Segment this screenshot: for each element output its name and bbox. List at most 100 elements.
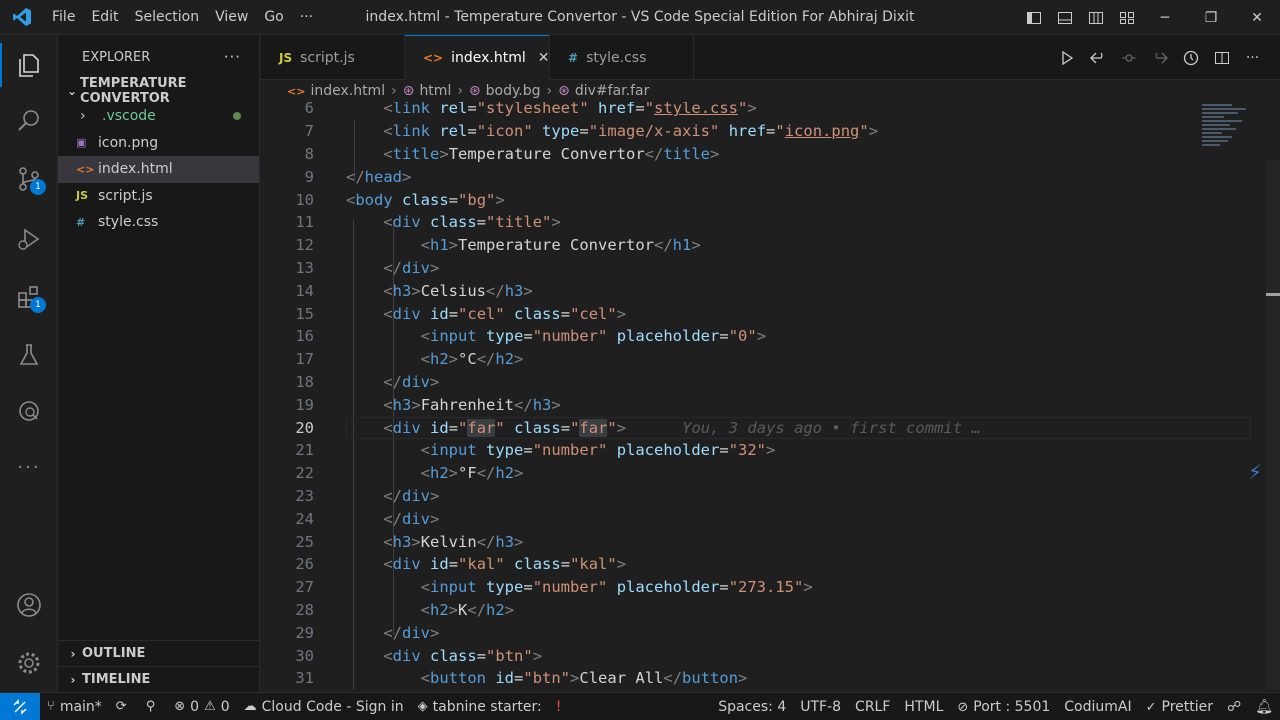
breadcrumb-item[interactable]: div#far.far bbox=[575, 83, 649, 99]
breadcrumb-item[interactable]: index.html bbox=[310, 83, 385, 99]
css-file-icon: # bbox=[568, 50, 579, 65]
extensions-icon[interactable]: 1 bbox=[0, 271, 58, 323]
source-control-badge: 1 bbox=[30, 179, 46, 195]
folder-temperature-convertor[interactable]: ⌄ TEMPERATURE CONVERTOR bbox=[58, 76, 259, 106]
branch-indicator[interactable]: ⑂ main* bbox=[40, 693, 109, 720]
git-graph-button[interactable]: ⚲ bbox=[139, 693, 168, 720]
chevron-right-icon: › bbox=[391, 83, 397, 99]
file-label: .vscode bbox=[102, 108, 156, 125]
prettier-button[interactable]: ✓ Prettier bbox=[1139, 693, 1220, 720]
next-change-icon[interactable] bbox=[1144, 50, 1175, 66]
code-line: 31 <button id="btn">Clear All</button> bbox=[295, 669, 748, 688]
file-label: index.html bbox=[98, 161, 173, 178]
code-line: 12 <h1>Temperature Convertor</h1> bbox=[295, 236, 701, 255]
code-line: 22 <h2>°F</h2> bbox=[295, 464, 524, 483]
tabnine-icon: ◈ bbox=[417, 699, 428, 714]
code-line: 14 <h3>Celsius</h3> bbox=[295, 281, 533, 300]
language-mode-indicator[interactable]: HTML bbox=[897, 693, 950, 720]
timeline-section[interactable]: › TIMELINE bbox=[58, 666, 260, 692]
restore-icon[interactable]: ❐ bbox=[1188, 0, 1234, 35]
tabnine-alert-icon[interactable]: ! bbox=[549, 693, 569, 720]
vertical-scrollbar[interactable] bbox=[1266, 160, 1280, 690]
testing-icon[interactable] bbox=[0, 329, 58, 381]
minimize-icon[interactable]: ─ bbox=[1142, 0, 1188, 35]
file-item-index-html[interactable]: <> index.html bbox=[58, 156, 259, 183]
git-branch-icon: ⑂ bbox=[47, 699, 55, 714]
more-actions-icon[interactable]: ··· bbox=[1237, 50, 1268, 66]
close-tab-icon[interactable]: ✕ bbox=[538, 50, 550, 66]
copilot-icon[interactable]: ⚡ bbox=[1248, 460, 1262, 484]
settings-gear-icon[interactable] bbox=[0, 637, 58, 689]
customize-layout-icon[interactable] bbox=[1111, 0, 1142, 35]
menu-file[interactable]: File bbox=[44, 0, 83, 35]
accounts-icon[interactable] bbox=[0, 579, 58, 631]
remote-window-icon[interactable] bbox=[0, 692, 40, 720]
notifications-bell-icon[interactable]: 🔔︎ bbox=[1248, 693, 1280, 720]
cloud-icon: ☁ bbox=[243, 699, 257, 714]
code-line: 25 <h3>Kelvin</h3> bbox=[295, 532, 524, 551]
explorer-icon[interactable] bbox=[0, 39, 58, 91]
code-line: 7 <link rel="icon" type="image/x-axis" h… bbox=[304, 122, 879, 141]
sync-icon: ⟳ bbox=[115, 699, 127, 714]
code-line: 28 <h2>K</h2> bbox=[295, 601, 515, 619]
tab-style-css[interactable]: # style.css bbox=[550, 35, 694, 80]
file-item-vscode[interactable]: › .vscode bbox=[58, 103, 259, 130]
minimap[interactable] bbox=[1202, 104, 1252, 154]
menu-bar: File Edit Selection View Go ··· bbox=[44, 0, 321, 35]
file-item-icon-png[interactable]: ▣ icon.png bbox=[58, 130, 259, 157]
previous-change-icon[interactable] bbox=[1113, 50, 1144, 66]
no-entry-icon: ⊘ bbox=[957, 699, 969, 715]
symbol-icon: ⊛ bbox=[402, 83, 415, 99]
menu-go[interactable]: Go bbox=[256, 0, 291, 35]
breadcrumb-item[interactable]: body.bg bbox=[486, 83, 541, 99]
folder-label: TEMPERATURE CONVERTOR bbox=[80, 76, 187, 106]
outline-section[interactable]: › OUTLINE bbox=[58, 640, 260, 666]
explorer-more-icon[interactable]: ··· bbox=[224, 48, 241, 66]
codiumai-button[interactable]: CodiumAI bbox=[1057, 693, 1138, 720]
chevron-right-icon: › bbox=[546, 83, 553, 99]
modified-dot-icon bbox=[233, 112, 241, 121]
run-icon[interactable] bbox=[1051, 50, 1082, 66]
tab-index-html[interactable]: <> index.html ✕ bbox=[405, 35, 550, 80]
close-window-icon[interactable]: ✕ bbox=[1234, 0, 1280, 35]
toggle-secondary-sidebar-icon[interactable] bbox=[1080, 0, 1111, 35]
file-label: icon.png bbox=[98, 134, 159, 151]
toggle-primary-sidebar-icon[interactable] bbox=[1018, 0, 1049, 35]
menu-edit[interactable]: Edit bbox=[83, 0, 126, 35]
menu-selection[interactable]: Selection bbox=[127, 0, 208, 35]
explorer-title: EXPLORER bbox=[82, 49, 151, 65]
file-item-style-css[interactable]: # style.css bbox=[58, 209, 259, 236]
source-control-icon[interactable]: 1 bbox=[0, 153, 58, 205]
remote-explorer-icon[interactable] bbox=[0, 385, 58, 437]
menu-view[interactable]: View bbox=[207, 0, 256, 35]
toggle-panel-icon[interactable] bbox=[1049, 0, 1080, 35]
open-changes-icon[interactable] bbox=[1082, 50, 1113, 66]
eol-indicator[interactable]: CRLF bbox=[848, 693, 897, 720]
warning-icon: ⚠ bbox=[204, 699, 216, 714]
timeline-label: TIMELINE bbox=[82, 672, 151, 687]
file-item-script-js[interactable]: JS script.js bbox=[58, 183, 259, 210]
cloud-code-button[interactable]: ☁ Cloud Code - Sign in bbox=[237, 693, 411, 720]
encoding-indicator[interactable]: UTF-8 bbox=[793, 693, 848, 720]
tabnine-button[interactable]: ◈ tabnine starter: bbox=[411, 693, 549, 720]
sync-button[interactable]: ⟳ bbox=[109, 693, 139, 720]
tab-label: style.css bbox=[586, 49, 647, 66]
live-server-port[interactable]: ⊘ Port : 5501 bbox=[950, 693, 1057, 720]
more-views-icon[interactable]: ··· bbox=[0, 441, 58, 493]
code-editor[interactable]: 6 <link rel="stylesheet" href="style.css… bbox=[261, 102, 1280, 692]
search-icon[interactable] bbox=[0, 95, 58, 147]
indentation-indicator[interactable]: Spaces: 4 bbox=[711, 693, 793, 720]
timeline-icon[interactable] bbox=[1175, 50, 1206, 66]
split-editor-icon[interactable] bbox=[1206, 50, 1237, 66]
code-line: 24 </div> bbox=[295, 509, 440, 528]
git-blame-annotation: You, 3 days ago • first commit … bbox=[682, 418, 981, 437]
feedback-icon[interactable]: ☍ bbox=[1220, 693, 1248, 720]
breadcrumb-item[interactable]: html bbox=[419, 83, 451, 99]
problems-indicator[interactable]: ⊗ 0 ⚠ 0 bbox=[167, 693, 236, 720]
outline-label: OUTLINE bbox=[82, 646, 146, 661]
extensions-badge: 1 bbox=[30, 297, 46, 313]
tab-script-js[interactable]: JS script.js bbox=[261, 35, 405, 80]
run-debug-icon[interactable] bbox=[0, 213, 58, 265]
code-line: 8 <title>Temperature Convertor</title> bbox=[304, 145, 720, 163]
code-line-current: 20 <div id="far" class="far"> You, 3 day… bbox=[261, 416, 1280, 440]
